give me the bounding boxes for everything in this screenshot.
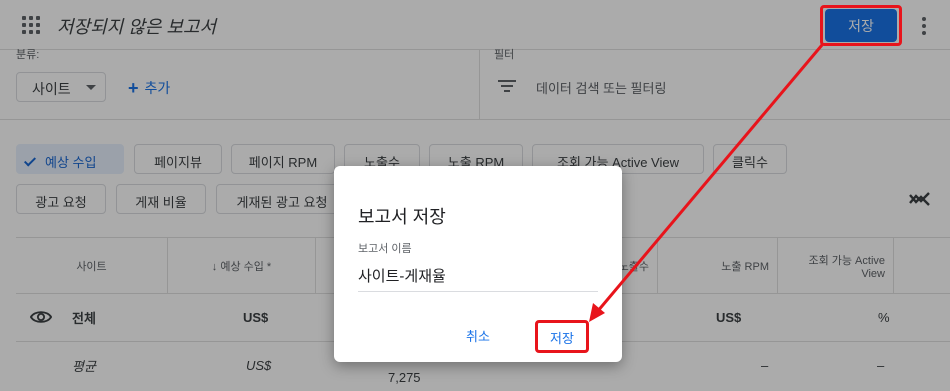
annotation-arrow [589, 44, 824, 322]
